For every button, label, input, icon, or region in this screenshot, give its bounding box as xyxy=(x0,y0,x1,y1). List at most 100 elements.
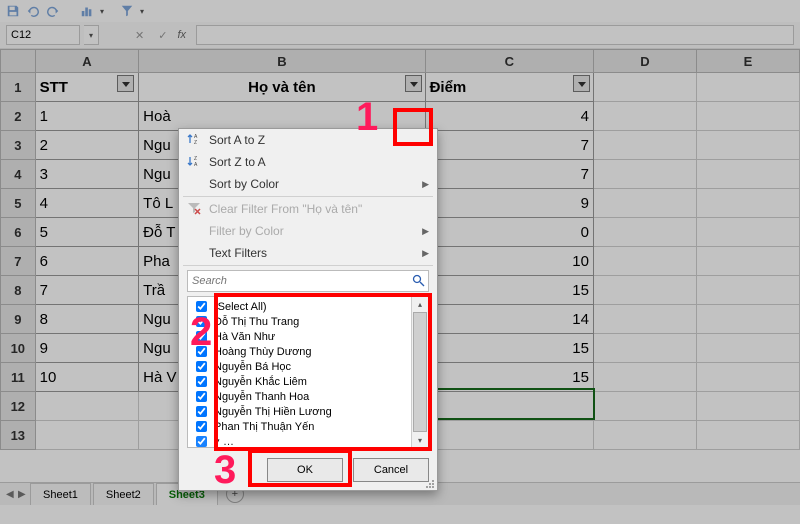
row-header-2[interactable]: 2 xyxy=(1,102,36,131)
filter-item-checkbox[interactable] xyxy=(196,436,207,447)
cell-A6[interactable]: 5 xyxy=(35,218,139,247)
cell-E6[interactable] xyxy=(696,218,799,247)
filter-item[interactable]: ▾ … xyxy=(192,434,424,448)
sheet-tab-Sheet1[interactable]: Sheet1 xyxy=(30,483,91,506)
cell-C11[interactable]: 15 xyxy=(425,363,593,392)
cell-C4[interactable]: 7 xyxy=(425,160,593,189)
row-header-13[interactable]: 13 xyxy=(1,421,36,450)
cell-D10[interactable] xyxy=(593,334,696,363)
row-header-8[interactable]: 8 xyxy=(1,276,36,305)
cell-C2[interactable]: 4 xyxy=(425,102,593,131)
filter-item[interactable]: (Select All) xyxy=(192,299,424,314)
cell-C13[interactable] xyxy=(425,421,593,450)
filter-item-checkbox[interactable] xyxy=(196,301,207,312)
cell-E9[interactable] xyxy=(696,305,799,334)
text-filters-menuitem[interactable]: Text Filters ▶ xyxy=(179,242,437,264)
cell-E8[interactable] xyxy=(696,276,799,305)
filter-item-checkbox[interactable] xyxy=(196,406,207,417)
cell-E13[interactable] xyxy=(696,421,799,450)
row-header-7[interactable]: 7 xyxy=(1,247,36,276)
cell-A8[interactable]: 7 xyxy=(35,276,139,305)
filter-item[interactable]: Nguyễn Thị Hiền Lương xyxy=(192,404,424,419)
row-header-1[interactable]: 1 xyxy=(1,73,36,102)
cell-C7[interactable]: 10 xyxy=(425,247,593,276)
filter-search[interactable] xyxy=(187,270,429,292)
cell-D4[interactable] xyxy=(593,160,696,189)
cell-A9[interactable]: 8 xyxy=(35,305,139,334)
row-header-6[interactable]: 6 xyxy=(1,218,36,247)
fx-icon[interactable]: fx xyxy=(177,29,186,41)
cell-A10[interactable]: 9 xyxy=(35,334,139,363)
cell-A7[interactable]: 6 xyxy=(35,247,139,276)
row-header-12[interactable]: 12 xyxy=(1,392,36,421)
cell-D6[interactable] xyxy=(593,218,696,247)
chart-bar-icon[interactable] xyxy=(80,4,94,18)
sort-za-menuitem[interactable]: ZA Sort Z to A xyxy=(179,151,437,173)
funnel-icon[interactable] xyxy=(120,4,134,18)
cell-B2[interactable]: Hoà xyxy=(139,102,425,131)
cell-E11[interactable] xyxy=(696,363,799,392)
cell-E10[interactable] xyxy=(696,334,799,363)
row-header-10[interactable]: 10 xyxy=(1,334,36,363)
cell-D5[interactable] xyxy=(593,189,696,218)
row-header-3[interactable]: 3 xyxy=(1,131,36,160)
filter-item[interactable]: Đỗ Thị Thu Trang xyxy=(192,314,424,329)
cell-A11[interactable]: 10 xyxy=(35,363,139,392)
cell-D7[interactable] xyxy=(593,247,696,276)
cell-A12[interactable] xyxy=(35,392,139,421)
name-box[interactable]: C12 xyxy=(6,25,80,45)
filter-item[interactable]: Hà Văn Như xyxy=(192,329,424,344)
tab-nav-next-icon[interactable]: ▶ xyxy=(18,489,26,500)
row-header-11[interactable]: 11 xyxy=(1,363,36,392)
filter-item-checkbox[interactable] xyxy=(196,376,207,387)
filter-item-checkbox[interactable] xyxy=(196,391,207,402)
cell-D9[interactable] xyxy=(593,305,696,334)
scroll-thumb[interactable] xyxy=(413,312,427,432)
cell-D8[interactable] xyxy=(593,276,696,305)
filter-button-stt[interactable] xyxy=(117,75,134,92)
cell-D1[interactable] xyxy=(593,73,696,102)
filter-item-checkbox[interactable] xyxy=(196,316,207,327)
sort-az-menuitem[interactable]: AZ Sort A to Z xyxy=(179,129,437,151)
sheet-tab-Sheet2[interactable]: Sheet2 xyxy=(93,483,154,506)
ok-button[interactable]: OK xyxy=(267,458,343,482)
name-box-chevron-icon[interactable]: ▾ xyxy=(84,25,99,45)
cell-E4[interactable] xyxy=(696,160,799,189)
cell-E12[interactable] xyxy=(696,392,799,421)
scroll-down-icon[interactable]: ▾ xyxy=(413,433,427,447)
undo-icon[interactable] xyxy=(26,4,40,18)
sort-by-color-menuitem[interactable]: Sort by Color ▶ xyxy=(179,173,437,195)
formula-input[interactable] xyxy=(196,25,794,45)
column-header-B[interactable]: B xyxy=(139,50,425,73)
cell-A4[interactable]: 3 xyxy=(35,160,139,189)
filter-button-score[interactable] xyxy=(573,75,590,92)
cell-C10[interactable]: 15 xyxy=(425,334,593,363)
filter-item[interactable]: Nguyễn Khắc Liêm xyxy=(192,374,424,389)
cell-C9[interactable]: 14 xyxy=(425,305,593,334)
filter-item-checkbox[interactable] xyxy=(196,421,207,432)
filter-item[interactable]: Nguyễn Bá Học xyxy=(192,359,424,374)
row-header-9[interactable]: 9 xyxy=(1,305,36,334)
scroll-up-icon[interactable]: ▴ xyxy=(413,297,427,311)
search-input[interactable] xyxy=(188,271,450,291)
redo-icon[interactable] xyxy=(46,4,60,18)
filter-item[interactable]: Nguyễn Thanh Hoa xyxy=(192,389,424,404)
cell-A3[interactable]: 2 xyxy=(35,131,139,160)
column-header-C[interactable]: C xyxy=(425,50,593,73)
tab-nav-prev-icon[interactable]: ◀ xyxy=(6,489,14,500)
cell-D3[interactable] xyxy=(593,131,696,160)
accept-formula-icon[interactable]: ✓ xyxy=(158,29,167,42)
row-header-5[interactable]: 5 xyxy=(1,189,36,218)
cell-D13[interactable] xyxy=(593,421,696,450)
cell-C6[interactable]: 0 xyxy=(425,218,593,247)
filter-item-checkbox[interactable] xyxy=(196,346,207,357)
cell-A13[interactable] xyxy=(35,421,139,450)
cell-C8[interactable]: 15 xyxy=(425,276,593,305)
column-header-D[interactable]: D xyxy=(593,50,696,73)
cell-C5[interactable]: 9 xyxy=(425,189,593,218)
cell-E2[interactable] xyxy=(696,102,799,131)
filter-values-list[interactable]: (Select All)Đỗ Thị Thu TrangHà Văn NhưHo… xyxy=(187,296,429,448)
scrollbar-vertical[interactable]: ▴ ▾ xyxy=(411,297,428,447)
column-header-A[interactable]: A xyxy=(35,50,139,73)
cell-D11[interactable] xyxy=(593,363,696,392)
